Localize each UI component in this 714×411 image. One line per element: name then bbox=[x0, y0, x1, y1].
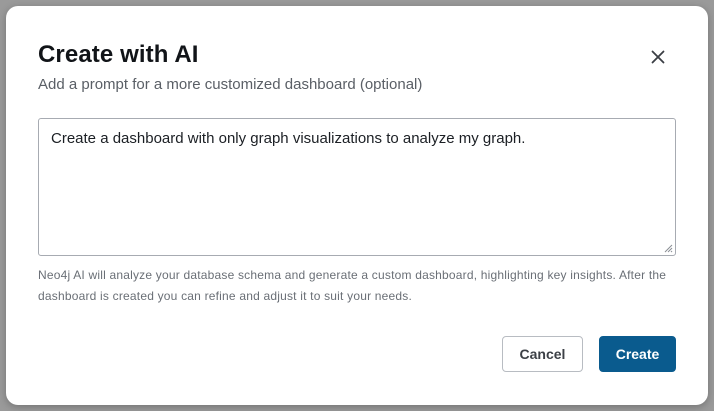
close-icon bbox=[651, 50, 665, 64]
prompt-field: Create a dashboard with only graph visua… bbox=[38, 118, 676, 256]
prompt-textarea[interactable]: Create a dashboard with only graph visua… bbox=[39, 119, 675, 255]
create-with-ai-dialog: Create with AI Add a prompt for a more c… bbox=[6, 6, 708, 405]
help-text: Neo4j AI will analyze your database sche… bbox=[38, 268, 667, 303]
dialog-subtitle: Add a prompt for a more customized dashb… bbox=[38, 76, 423, 93]
dialog-title: Create with AI bbox=[38, 41, 199, 68]
create-button[interactable]: Create bbox=[599, 336, 676, 372]
close-button[interactable] bbox=[645, 44, 671, 70]
cancel-button[interactable]: Cancel bbox=[502, 336, 583, 372]
resize-handle-icon[interactable] bbox=[663, 243, 673, 253]
